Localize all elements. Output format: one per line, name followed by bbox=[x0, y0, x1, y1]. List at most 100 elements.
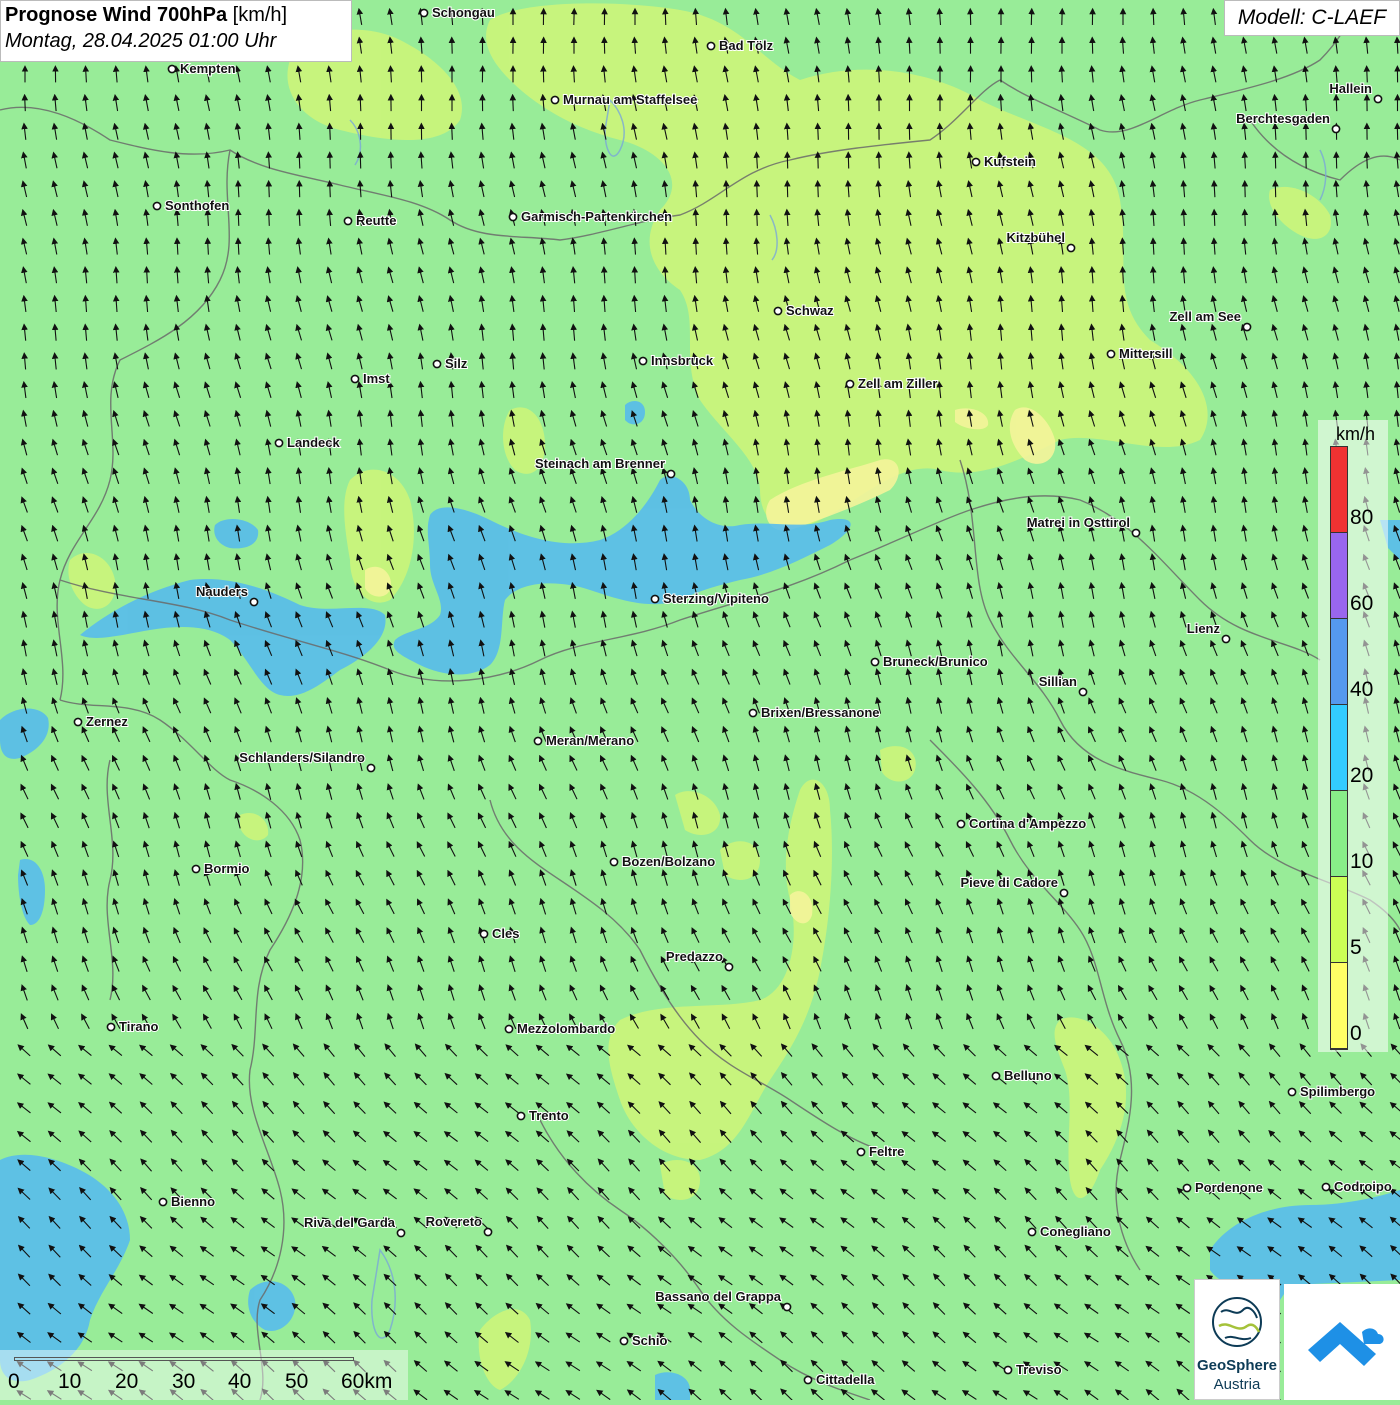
wind-arrow bbox=[238, 212, 239, 226]
city-marker: Conegliano bbox=[1028, 1224, 1110, 1239]
legend-tick-label: 10 bbox=[1350, 850, 1373, 874]
city-dot bbox=[1183, 1184, 1190, 1191]
city-dot bbox=[871, 658, 878, 665]
city-dot bbox=[551, 96, 558, 103]
city-dot bbox=[192, 865, 199, 872]
city-dot bbox=[857, 1148, 864, 1155]
city-dot bbox=[783, 1303, 790, 1310]
wind-arrow bbox=[330, 126, 331, 140]
city-dot bbox=[397, 1229, 404, 1236]
scale-bar: 0 10 20 30 40 50 60km bbox=[0, 1350, 408, 1400]
weather-app-logo[interactable] bbox=[1284, 1284, 1400, 1400]
city-dot bbox=[639, 357, 646, 364]
wind-arrow bbox=[665, 11, 666, 25]
city-dot bbox=[1132, 529, 1139, 536]
city-label: Nauders bbox=[196, 584, 248, 599]
color-legend: km/h 806040201050 bbox=[1318, 420, 1388, 1052]
wind-arrow bbox=[1153, 11, 1154, 25]
legend-swatch bbox=[1331, 877, 1347, 963]
city-label: Garmisch-Partenkirchen bbox=[521, 209, 672, 224]
legend-tick-label: 60 bbox=[1350, 592, 1373, 616]
city-dot bbox=[1028, 1228, 1035, 1235]
city-dot bbox=[517, 1112, 524, 1119]
forecast-date: Montag, 28.04.2025 01:00 Uhr bbox=[5, 30, 347, 53]
city-dot bbox=[344, 217, 351, 224]
city-dot bbox=[1079, 688, 1086, 695]
city-label: Bormio bbox=[204, 861, 250, 876]
city-label: Steinach am Brenner bbox=[535, 456, 665, 471]
city-label: Lienz bbox=[1187, 621, 1221, 636]
city-label: Schlanders/Silandro bbox=[239, 750, 365, 765]
wind-arrow bbox=[1214, 212, 1215, 226]
city-dot bbox=[651, 595, 658, 602]
city-label: Imst bbox=[363, 371, 390, 386]
wind-arrow bbox=[391, 155, 392, 169]
wind-arrow bbox=[269, 183, 270, 197]
city-label: Bad Tölz bbox=[719, 38, 774, 53]
geosphere-icon bbox=[1195, 1282, 1279, 1358]
legend-swatch bbox=[1331, 705, 1347, 791]
wind-arrow bbox=[848, 97, 849, 111]
scale-label: 10 bbox=[58, 1370, 81, 1394]
legend-swatch bbox=[1331, 963, 1347, 1049]
city-dot bbox=[1332, 125, 1339, 132]
city-label: Belluno bbox=[1004, 1068, 1052, 1083]
city-label: Sillian bbox=[1039, 674, 1077, 689]
legend-tick-label: 80 bbox=[1350, 506, 1373, 530]
city-label: Feltre bbox=[869, 1144, 904, 1159]
city-label: Cles bbox=[492, 926, 519, 941]
scale-label: 0 bbox=[8, 1370, 20, 1394]
wind-arrow bbox=[726, 212, 727, 226]
legend-tick-label: 5 bbox=[1350, 936, 1362, 960]
city-label: Kempten bbox=[180, 61, 236, 76]
wind-arrow bbox=[25, 97, 26, 111]
city-dot bbox=[1004, 1366, 1011, 1373]
wind-arrow bbox=[818, 183, 819, 197]
city-dot bbox=[534, 737, 541, 744]
city-dot bbox=[992, 1072, 999, 1079]
city-dot bbox=[804, 1376, 811, 1383]
wind-arrow bbox=[299, 155, 300, 169]
wind-arrow bbox=[1245, 212, 1246, 226]
city-marker: Murnau am Staffelsee bbox=[551, 92, 697, 107]
city-dot bbox=[707, 42, 714, 49]
city-label: Landeck bbox=[287, 435, 341, 450]
city-label: Innsbruck bbox=[651, 353, 714, 368]
legend-swatch bbox=[1331, 447, 1347, 533]
wind-map: Schongau Bad Tölz Kempten Murnau am Staffel… bbox=[0, 0, 1400, 1400]
wind-arrow bbox=[452, 126, 453, 140]
city-label: Bassano del Grappa bbox=[655, 1289, 781, 1304]
scale-line bbox=[14, 1357, 354, 1361]
city-label: Predazzo bbox=[666, 949, 723, 964]
city-dot bbox=[505, 1025, 512, 1032]
city-label: Sonthofen bbox=[165, 198, 229, 213]
city-label: Pieve di Cadore bbox=[960, 875, 1058, 890]
city-label: Murnau am Staffelsee bbox=[563, 92, 697, 107]
wind-arrow bbox=[1306, 183, 1307, 197]
geosphere-name: GeoSphere bbox=[1195, 1357, 1279, 1374]
city-label: Kufstein bbox=[984, 154, 1036, 169]
city-dot bbox=[275, 439, 282, 446]
city-dot bbox=[250, 598, 257, 605]
city-label: Pordenone bbox=[1195, 1180, 1263, 1195]
city-label: Rovereto bbox=[426, 1214, 482, 1229]
model-label: Modell: C-LAEF bbox=[1224, 0, 1400, 36]
city-marker: Sterzing/Vipiteno bbox=[651, 591, 769, 606]
city-dot bbox=[725, 963, 732, 970]
city-label: Berchtesgaden bbox=[1236, 111, 1330, 126]
city-dot bbox=[1107, 350, 1114, 357]
city-dot bbox=[1067, 244, 1074, 251]
city-dot bbox=[168, 65, 175, 72]
city-label: Trento bbox=[529, 1108, 569, 1123]
geosphere-logo[interactable]: GeoSphere Austria bbox=[1194, 1279, 1280, 1400]
city-label: Mezzolombardo bbox=[517, 1021, 615, 1036]
city-dot bbox=[774, 307, 781, 314]
legend-unit: km/h bbox=[1336, 424, 1375, 445]
city-marker: Schongau bbox=[420, 5, 494, 20]
city-dot bbox=[159, 1198, 166, 1205]
title-box: Prognose Wind 700hPa [km/h] Montag, 28.0… bbox=[0, 0, 352, 62]
legend-tick-label: 20 bbox=[1350, 764, 1373, 788]
city-dot bbox=[1322, 1183, 1329, 1190]
city-label: Zell am Ziller bbox=[858, 376, 937, 391]
city-label: Codroipo bbox=[1334, 1179, 1392, 1194]
